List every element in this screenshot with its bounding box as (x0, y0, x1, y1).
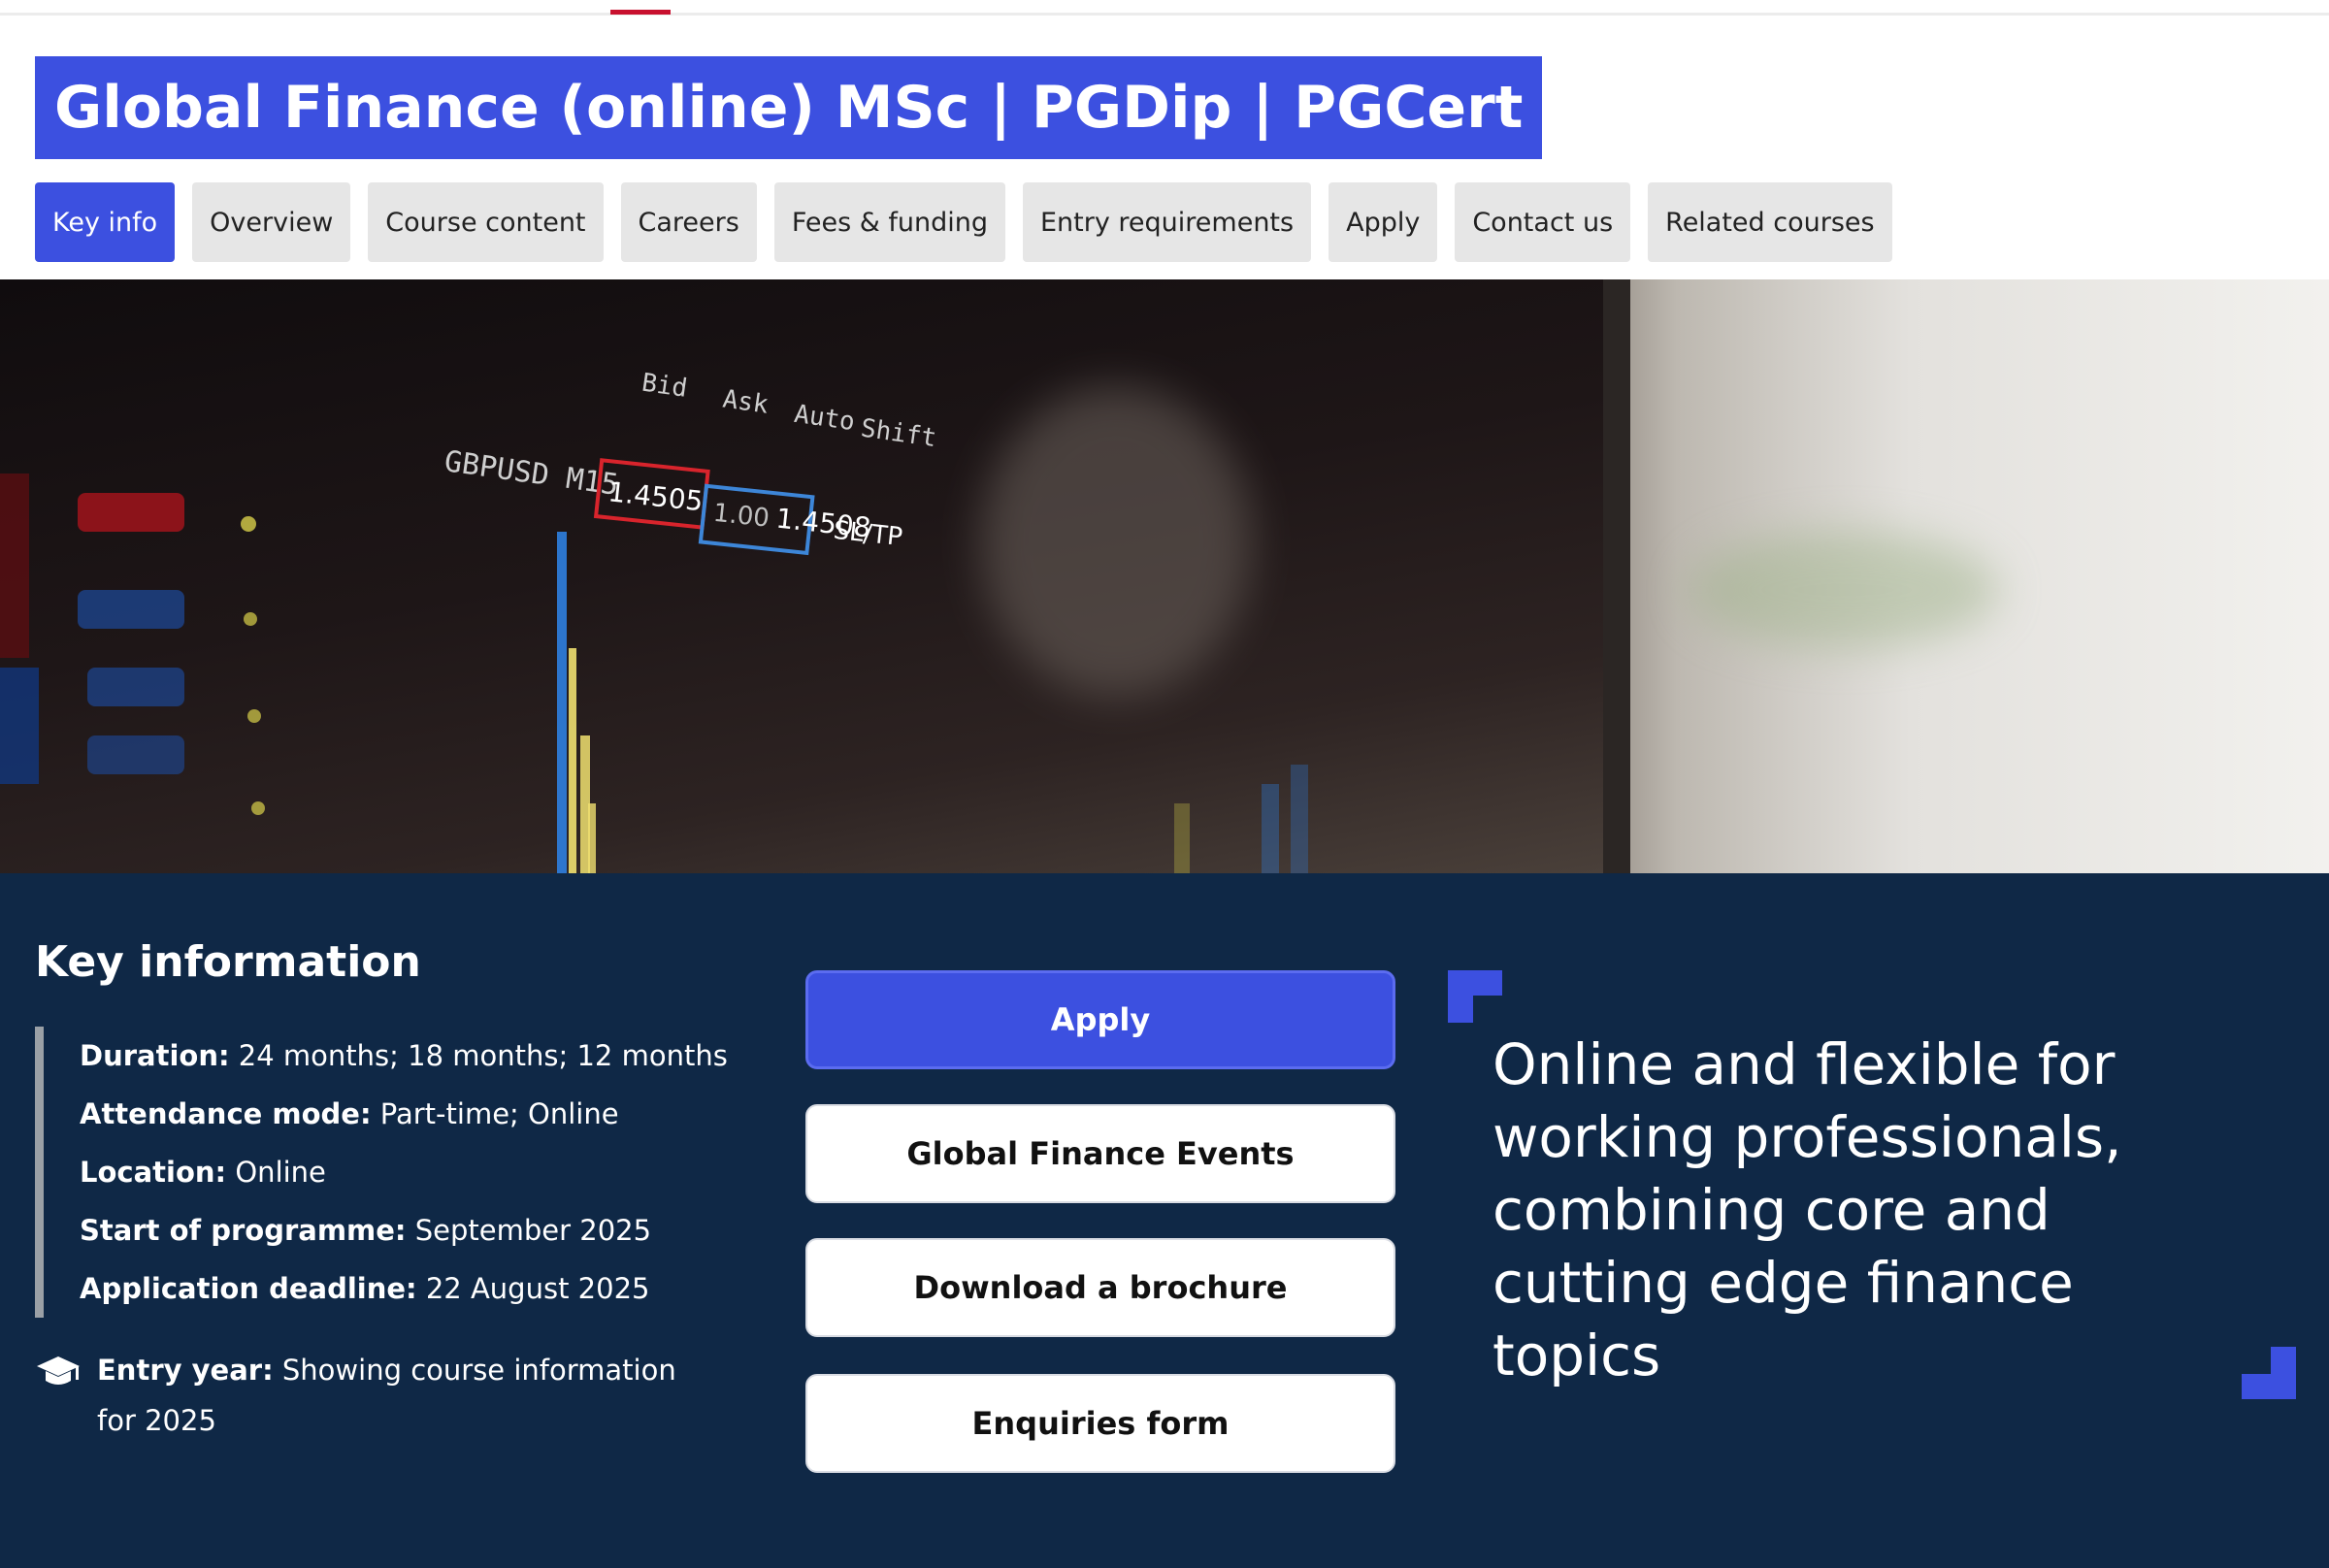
plant-bokeh (1689, 532, 1999, 648)
page-title-banner: Global Finance (online) MSc | PGDip | PG… (35, 56, 1543, 159)
fact-attendance-mode: Attendance mode: Part-time; Online (80, 1085, 734, 1143)
fact-label: Start of programme: (80, 1214, 407, 1247)
course-tagline: Online and flexible for working professi… (1493, 1031, 2122, 1388)
tab-course-content[interactable]: Course content (368, 182, 604, 262)
tab-apply[interactable]: Apply (1329, 182, 1438, 262)
download-brochure-button[interactable]: Download a brochure (805, 1238, 1395, 1337)
fact-label: Application deadline: (80, 1272, 417, 1305)
fact-value: Part-time; Online (379, 1097, 619, 1130)
key-facts-list: Duration: 24 months; 18 months; 12 month… (35, 1027, 734, 1318)
hero-image: Bid Ask Auto Shift GBPUSD M15 1.4505 1.0… (0, 279, 2329, 873)
fact-value: 22 August 2025 (425, 1272, 650, 1305)
page-title: Global Finance (online) MSc | PGDip | PG… (54, 74, 1524, 142)
trading-screen: Bid Ask Auto Shift GBPUSD M15 1.4505 1.0… (0, 279, 1630, 873)
fact-start-of-programme: Start of programme: September 2025 (80, 1201, 734, 1259)
active-indicator (610, 10, 671, 15)
quote-open-corner (1448, 970, 1502, 1023)
key-information-section: Key information Duration: 24 months; 18 … (0, 873, 2329, 1568)
global-finance-events-button[interactable]: Global Finance Events (805, 1104, 1395, 1203)
key-information-heading: Key information (35, 937, 421, 987)
entry-year: Entry year: Showing course information f… (35, 1345, 734, 1446)
graduation-cap-icon (37, 1356, 80, 1385)
fact-label: Duration: (80, 1039, 230, 1072)
entry-year-text: Entry year: Showing course information f… (97, 1345, 718, 1446)
tab-careers[interactable]: Careers (620, 182, 757, 262)
fact-label: Attendance mode: (80, 1097, 372, 1130)
section-tabs: Key info Overview Course content Careers… (35, 182, 1892, 262)
bid-price: 1.4505 (607, 475, 705, 517)
screen-label-auto: Auto (792, 400, 856, 437)
fact-location: Location: Online (80, 1143, 734, 1201)
apply-button[interactable]: Apply (805, 970, 1395, 1069)
screen-label-ask: Ask (721, 384, 771, 419)
fact-value: September 2025 (414, 1214, 652, 1247)
tab-entry-requirements[interactable]: Entry requirements (1023, 182, 1312, 262)
sltp-label: SL/TP (832, 516, 903, 552)
screen-label-pair: GBPUSD M15 (443, 444, 621, 503)
tab-overview[interactable]: Overview (192, 182, 351, 262)
fact-value: 24 months; 18 months; 12 months (238, 1039, 728, 1072)
fact-value: Online (235, 1156, 326, 1189)
background-bokeh (980, 386, 1252, 697)
trading-screen-graphic: Bid Ask Auto Shift GBPUSD M15 1.4505 1.0… (0, 369, 1308, 873)
tab-contact-us[interactable]: Contact us (1455, 182, 1631, 262)
quote-close-corner (2242, 1347, 2296, 1399)
entry-year-label: Entry year: (97, 1354, 274, 1387)
tab-fees-funding[interactable]: Fees & funding (773, 182, 1005, 262)
lot-size: 1.00 (712, 499, 771, 534)
browser-top-strip (0, 0, 2329, 16)
enquiries-form-button[interactable]: Enquiries form (805, 1374, 1395, 1473)
screen-label-bid: Bid (640, 369, 689, 404)
fact-application-deadline: Application deadline: 22 August 2025 (80, 1259, 734, 1318)
screen-label-shift: Shift (859, 414, 938, 454)
fact-duration: Duration: 24 months; 18 months; 12 month… (80, 1027, 734, 1085)
tab-key-info[interactable]: Key info (35, 182, 176, 262)
fact-label: Location: (80, 1156, 227, 1189)
tab-related-courses[interactable]: Related courses (1648, 182, 1892, 262)
